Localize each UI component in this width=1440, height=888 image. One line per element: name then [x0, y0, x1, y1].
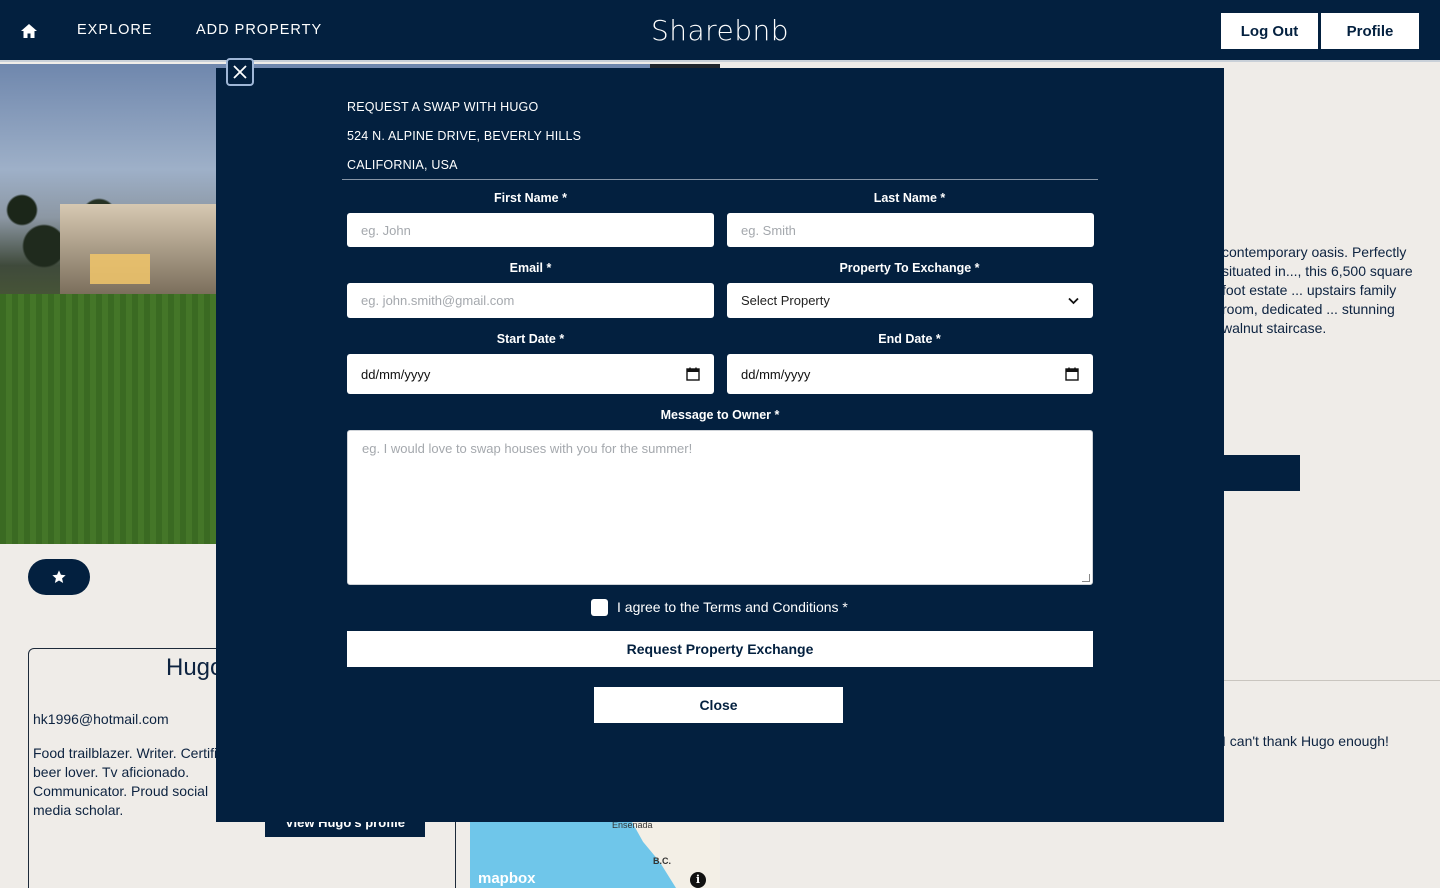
nav-add-property-link[interactable]: ADD PROPERTY [196, 22, 322, 38]
owner-name: Hugo [166, 654, 224, 681]
start-date-input[interactable]: dd/mm/yyyy [347, 354, 714, 394]
resize-handle[interactable] [1082, 574, 1090, 582]
modal-divider [342, 179, 1098, 180]
mapbox-logo: mapbox [478, 870, 536, 887]
map-info-icon[interactable]: i [690, 872, 706, 888]
map-label-region: B.C. [653, 856, 671, 866]
favorite-button[interactable] [28, 559, 90, 595]
end-date-label: End Date * [878, 332, 941, 346]
modal-address-line1: 524 N. ALPINE DRIVE, BEVERLY HILLS [347, 129, 582, 143]
property-select[interactable]: Select Property [727, 283, 1093, 318]
property-select-value: Select Property [741, 293, 830, 308]
close-button[interactable]: Close [594, 687, 843, 723]
first-name-label: First Name * [494, 191, 567, 205]
first-name-input[interactable] [347, 213, 714, 247]
start-date-value: dd/mm/yyyy [361, 366, 431, 382]
last-name-input[interactable] [727, 213, 1094, 247]
message-label: Message to Owner * [660, 408, 780, 422]
calendar-icon[interactable] [1065, 367, 1079, 381]
modal-address-line2: CALIFORNIA, USA [347, 158, 458, 172]
home-icon[interactable] [19, 21, 39, 41]
section-divider [1222, 680, 1440, 681]
property-description: contemporary oasis. Perfectly situated i… [1222, 244, 1413, 336]
message-textarea[interactable]: eg. I would love to swap houses with you… [347, 430, 1093, 585]
star-icon [52, 570, 66, 583]
close-icon [233, 65, 247, 79]
swap-request-modal: REQUEST A SWAP WITH HUGO 524 N. ALPINE D… [216, 68, 1224, 822]
email-label: Email * [509, 261, 552, 275]
terms-label[interactable]: I agree to the Terms and Conditions * [617, 599, 848, 615]
owner-email: hk1996@hotmail.com [33, 711, 169, 727]
right-action-button[interactable] [1222, 455, 1300, 491]
last-name-label: Last Name * [873, 191, 946, 205]
modal-title: REQUEST A SWAP WITH HUGO [347, 100, 539, 114]
message-placeholder: eg. I would love to swap houses with you… [362, 441, 693, 456]
map-label-city: Ensenada [612, 822, 653, 830]
terms-checkbox[interactable] [591, 599, 608, 616]
review-text: I can't thank Hugo enough! [1222, 733, 1389, 749]
end-date-value: dd/mm/yyyy [741, 366, 811, 382]
location-map[interactable]: Ensenada B.C. mapbox i [470, 822, 720, 888]
email-input[interactable] [347, 283, 714, 318]
start-date-label: Start Date * [496, 332, 565, 346]
modal-close-x-button[interactable] [226, 58, 254, 86]
end-date-input[interactable]: dd/mm/yyyy [727, 354, 1093, 394]
logout-button[interactable]: Log Out [1221, 13, 1318, 49]
photo-lit-window [90, 254, 150, 284]
chevron-down-icon [1068, 297, 1079, 304]
profile-button[interactable]: Profile [1321, 13, 1419, 49]
owner-bio: Food trailblazer. Writer. Certified beer… [33, 745, 233, 818]
navbar: EXPLORE ADD PROPERTY Sharebnb Log Out Pr… [0, 0, 1440, 62]
property-exchange-label: Property To Exchange * [839, 261, 980, 275]
nav-explore-link[interactable]: EXPLORE [77, 22, 153, 38]
calendar-icon[interactable] [686, 367, 700, 381]
request-exchange-button[interactable]: Request Property Exchange [347, 631, 1093, 667]
